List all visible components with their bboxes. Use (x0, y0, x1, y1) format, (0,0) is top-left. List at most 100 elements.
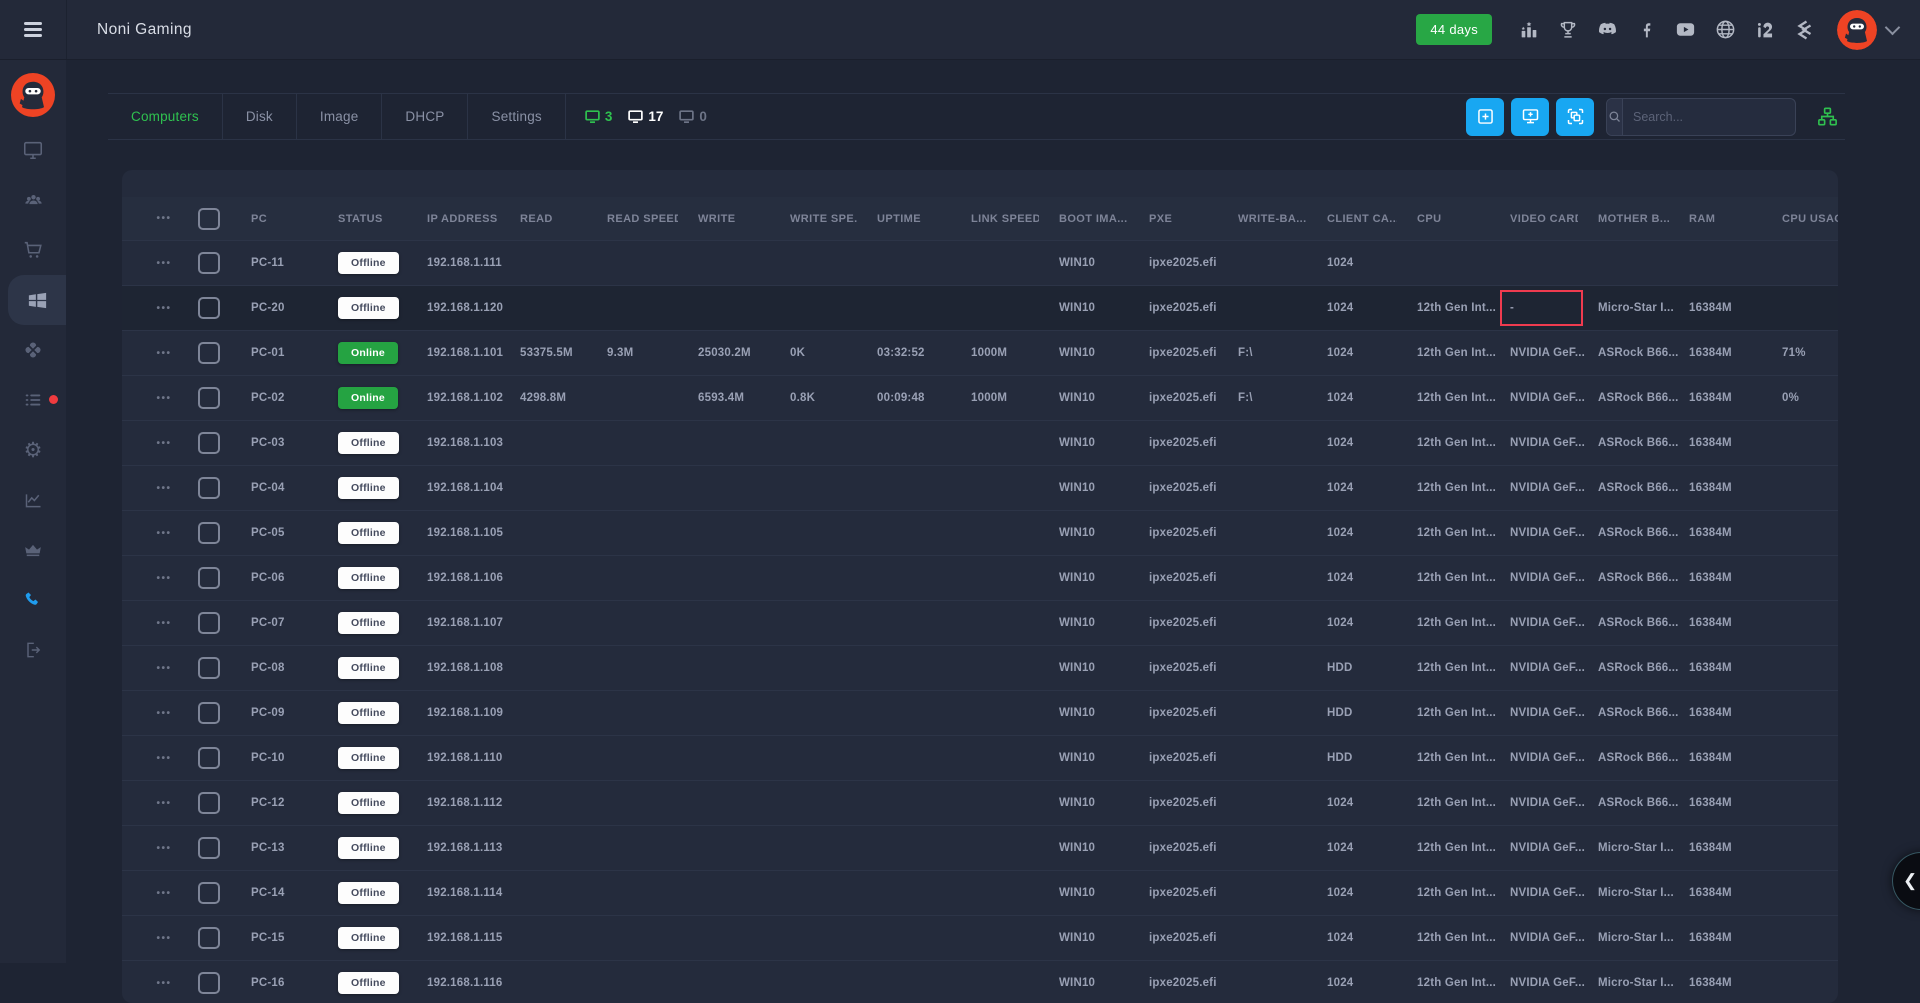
row-menu-button[interactable]: ••• (156, 663, 171, 674)
search-input[interactable] (1623, 110, 1796, 124)
sidebar-item-gamepad[interactable] (0, 325, 66, 375)
sidebar-item-users[interactable] (0, 175, 66, 225)
row-checkbox[interactable] (198, 297, 220, 319)
sidebar-item-chart[interactable] (0, 475, 66, 525)
sidebar-item-windows[interactable] (8, 275, 66, 325)
column-header[interactable]: BOOT IMA... (1039, 197, 1129, 240)
avatar[interactable] (1837, 10, 1877, 50)
column-header[interactable]: MOTHER B... (1578, 197, 1669, 240)
row-checkbox[interactable] (198, 747, 220, 769)
column-header[interactable]: PC (231, 197, 318, 240)
sidebar-item-crown[interactable] (0, 525, 66, 575)
row-menu-button[interactable]: ••• (156, 888, 171, 899)
gg-brand-icon[interactable] (1793, 18, 1817, 42)
column-header[interactable]: IP ADDRESS (407, 197, 500, 240)
sidebar-item-gear[interactable]: ⚙ (0, 425, 66, 475)
row-menu-button[interactable]: ••• (156, 303, 171, 314)
row-checkbox[interactable] (198, 792, 220, 814)
table-row[interactable]: •••PC-13Offline192.168.1.113WIN10ipxe202… (122, 825, 1838, 870)
column-header[interactable]: READ (500, 197, 587, 240)
column-header[interactable]: WRITE (678, 197, 770, 240)
table-row[interactable]: •••PC-03Offline192.168.1.103WIN10ipxe202… (122, 420, 1838, 465)
row-menu-button[interactable]: ••• (156, 618, 171, 629)
row-checkbox[interactable] (198, 522, 220, 544)
table-row[interactable]: •••PC-06Offline192.168.1.106WIN10ipxe202… (122, 555, 1838, 600)
row-menu-button[interactable]: ••• (156, 978, 171, 989)
row-checkbox[interactable] (198, 567, 220, 589)
i2-icon[interactable] (1754, 19, 1776, 41)
globe-icon[interactable] (1714, 18, 1737, 41)
table-row[interactable]: •••PC-08Offline192.168.1.108WIN10ipxe202… (122, 645, 1838, 690)
table-row[interactable]: •••PC-16Offline192.168.1.116WIN10ipxe202… (122, 960, 1838, 1003)
select-all-checkbox[interactable] (198, 208, 220, 230)
row-menu-button[interactable]: ••• (156, 843, 171, 854)
row-menu-button[interactable]: ••• (156, 708, 171, 719)
row-checkbox[interactable] (198, 477, 220, 499)
table-row[interactable]: •••PC-20Offline192.168.1.120WIN10ipxe202… (122, 285, 1838, 330)
ranking-icon[interactable] (1518, 19, 1540, 41)
row-checkbox[interactable] (198, 972, 220, 994)
table-row[interactable]: •••PC-15Offline192.168.1.115WIN10ipxe202… (122, 915, 1838, 960)
row-checkbox[interactable] (198, 882, 220, 904)
table-row[interactable]: •••PC-01Online192.168.1.10153375.5M9.3M2… (122, 330, 1838, 375)
youtube-icon[interactable] (1674, 18, 1697, 41)
table-row[interactable]: •••PC-05Offline192.168.1.105WIN10ipxe202… (122, 510, 1838, 555)
column-header[interactable]: UPTIME (857, 197, 951, 240)
hamburger-menu-button[interactable] (18, 16, 48, 42)
table-row[interactable]: •••PC-02Online192.168.1.1024298.8M6593.4… (122, 375, 1838, 420)
table-row[interactable]: •••PC-12Offline192.168.1.112WIN10ipxe202… (122, 780, 1838, 825)
row-menu-button[interactable]: ••• (156, 348, 171, 359)
row-checkbox[interactable] (198, 837, 220, 859)
sidebar-item-monitor[interactable] (0, 125, 66, 175)
sidebar-item-list[interactable] (0, 375, 66, 425)
add-button[interactable] (1466, 98, 1504, 136)
facebook-icon[interactable] (1636, 19, 1657, 40)
trophy-icon[interactable] (1557, 19, 1579, 41)
tab-computers[interactable]: Computers (108, 94, 223, 139)
table-row[interactable]: •••PC-10Offline192.168.1.110WIN10ipxe202… (122, 735, 1838, 780)
row-menu-button[interactable]: ••• (156, 753, 171, 764)
row-menu-button[interactable]: ••• (156, 483, 171, 494)
column-header[interactable]: WRITE-BA... (1218, 197, 1307, 240)
row-menu-button[interactable]: ••• (156, 438, 171, 449)
row-menu-button[interactable]: ••• (156, 573, 171, 584)
brand-ninja-logo[interactable] (11, 73, 55, 117)
row-checkbox[interactable] (198, 252, 220, 274)
row-menu-button[interactable]: ••• (156, 528, 171, 539)
column-header[interactable]: WRITE SPE... (770, 197, 857, 240)
table-row[interactable]: •••PC-14Offline192.168.1.114WIN10ipxe202… (122, 870, 1838, 915)
row-menu-button[interactable]: ••• (156, 798, 171, 809)
row-checkbox[interactable] (198, 432, 220, 454)
sidebar-item-cart[interactable] (0, 225, 66, 275)
column-header[interactable]: CPU USAG... (1762, 197, 1838, 240)
column-header[interactable]: READ SPEED (587, 197, 678, 240)
column-header[interactable]: CLIENT CA... (1307, 197, 1397, 240)
table-menu-icon[interactable]: ••• (156, 213, 171, 224)
row-menu-button[interactable]: ••• (156, 258, 171, 269)
chevron-down-icon[interactable] (1885, 20, 1901, 36)
row-checkbox[interactable] (198, 342, 220, 364)
column-header[interactable]: LINK SPEED (951, 197, 1039, 240)
days-remaining-button[interactable]: 44 days (1416, 14, 1492, 45)
sidebar-item-phone[interactable] (0, 575, 66, 625)
tab-image[interactable]: Image (297, 94, 383, 139)
column-header[interactable]: CPU (1397, 197, 1490, 240)
column-header[interactable]: RAM (1669, 197, 1762, 240)
tab-dhcp[interactable]: DHCP (382, 94, 468, 139)
column-header[interactable]: PXE (1129, 197, 1218, 240)
tab-settings[interactable]: Settings (468, 94, 565, 139)
row-checkbox[interactable] (198, 612, 220, 634)
deploy-image-button[interactable] (1556, 98, 1594, 136)
row-checkbox[interactable] (198, 387, 220, 409)
discord-icon[interactable] (1596, 18, 1619, 41)
row-checkbox[interactable] (198, 702, 220, 724)
table-row[interactable]: •••PC-09Offline192.168.1.109WIN10ipxe202… (122, 690, 1838, 735)
row-menu-button[interactable]: ••• (156, 393, 171, 404)
tab-disk[interactable]: Disk (223, 94, 297, 139)
table-row[interactable]: •••PC-07Offline192.168.1.107WIN10ipxe202… (122, 600, 1838, 645)
table-row[interactable]: •••PC-04Offline192.168.1.104WIN10ipxe202… (122, 465, 1838, 510)
column-header[interactable]: STATUS (318, 197, 407, 240)
row-menu-button[interactable]: ••• (156, 933, 171, 944)
column-header[interactable]: VIDEO CARD (1490, 197, 1578, 240)
add-computer-button[interactable] (1511, 98, 1549, 136)
